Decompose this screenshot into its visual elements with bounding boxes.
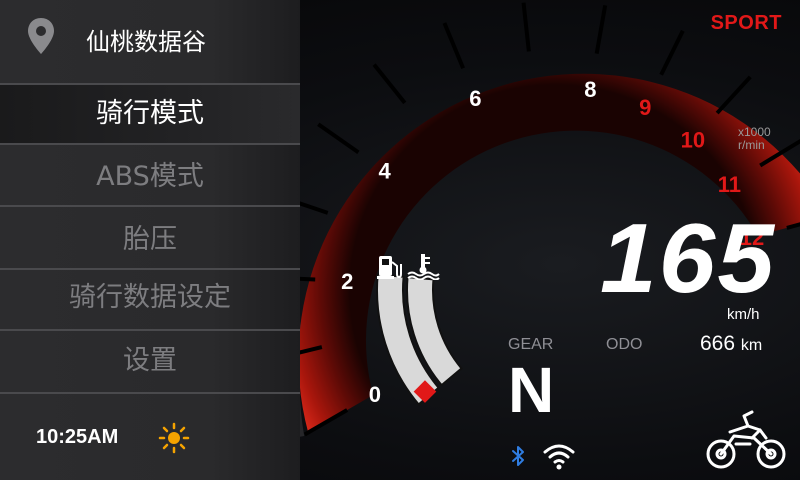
gauge-tick — [442, 22, 466, 70]
motorcycle-icon — [704, 408, 788, 476]
menu-divider — [0, 143, 300, 145]
rpm-tick-label: 10 — [681, 128, 705, 153]
rpm-tick-label: 2 — [341, 269, 353, 294]
gauge-tick — [317, 122, 360, 154]
menu-divider — [0, 329, 300, 331]
rpm-tick-label: 8 — [584, 77, 596, 102]
dashboard-screen: 0 2 4 6 8 9 10 11 12 仙桃数据谷 骑行模式 ABS模式 胎压 骑行数据设定 … — [0, 0, 800, 480]
bluetooth-icon — [510, 444, 526, 472]
menu-item-ride-mode[interactable]: 骑行模式 — [0, 85, 300, 143]
rpm-tick-label: 0 — [369, 382, 381, 407]
rpm-tick-label: 9 — [639, 95, 651, 120]
speed-readout: 165 — [598, 203, 778, 313]
odo-unit: km — [740, 337, 763, 354]
header: 仙桃数据谷 — [0, 0, 300, 80]
menu-divider — [0, 205, 300, 207]
gear-value: N — [508, 354, 555, 426]
gauge-tick — [715, 75, 752, 115]
rpm-tick-label: 6 — [469, 86, 481, 111]
rpm-unit-line2: r/min — [738, 138, 765, 152]
location-title: 仙桃数据谷 — [86, 28, 206, 56]
gauge-tick — [594, 5, 608, 54]
rpm-unit-label: x1000 r/min — [738, 126, 771, 152]
rpm-tick-label: 11 — [718, 172, 741, 197]
odo-label: ODO — [606, 336, 643, 353]
location-pin-icon — [26, 16, 56, 60]
speed-value: 165 — [600, 212, 776, 302]
gear-label: GEAR — [508, 336, 554, 353]
gauge-tick — [521, 2, 531, 52]
ride-mode-indicator: SPORT — [710, 12, 782, 34]
odo-readout: 666 km — [700, 332, 762, 356]
odo-value: 666 — [700, 332, 736, 355]
rpm-tick-label: 4 — [378, 159, 391, 184]
coolant-temp-icon — [406, 252, 440, 284]
wifi-icon — [542, 442, 576, 474]
fuel-pump-icon — [376, 252, 404, 284]
clock: 10:25AM — [36, 426, 119, 448]
gauge-tick — [372, 63, 407, 105]
menu-divider — [0, 392, 300, 394]
menu-item-ride-data-settings[interactable]: 骑行数据设定 — [0, 269, 300, 327]
menu-item-abs-mode[interactable]: ABS模式 — [0, 148, 300, 206]
gauge-tick — [659, 29, 685, 76]
speed-unit: km/h — [727, 306, 760, 323]
menu-item-settings[interactable]: 设置 — [0, 332, 300, 390]
menu-item-tire-pressure[interactable]: 胎压 — [0, 211, 300, 269]
sun-icon — [158, 422, 190, 458]
